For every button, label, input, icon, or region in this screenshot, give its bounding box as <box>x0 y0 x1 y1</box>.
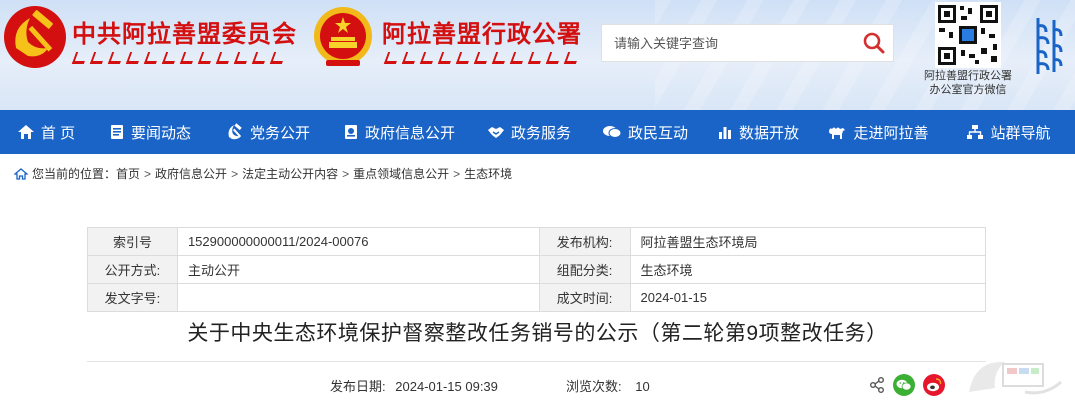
table-row: 发文字号: 成文时间: 2024-01-15 <box>87 283 986 312</box>
breadcrumb-link[interactable]: 首页 <box>116 165 140 182</box>
nav-item-label: 政府信息公开 <box>364 124 455 142</box>
share-icon[interactable] <box>869 377 885 393</box>
view-count-value: 10 <box>635 379 650 394</box>
nav-item-label: 数据开放 <box>738 124 799 142</box>
nav-item-label: 要闻动态 <box>130 124 191 142</box>
docno-value <box>176 283 540 312</box>
document-icon <box>344 125 357 139</box>
table-row: 索引号 152900000000011/2024-00076 发布机构: 阿拉善… <box>87 227 986 256</box>
mongolian-script-decoration <box>383 52 581 64</box>
nav-item-label: 站群导航 <box>990 124 1051 142</box>
breadcrumb-link[interactable]: 法定主动公开内容 <box>242 165 338 182</box>
nav-item-home[interactable]: 首 页 <box>0 110 92 154</box>
party-icon <box>228 123 242 140</box>
nav-item-party-affairs[interactable]: 党务公开 <box>208 110 328 154</box>
nav-item-explore-alashan[interactable]: 走进阿拉善 <box>814 110 942 154</box>
administrative-office-title: 阿拉善盟行政公署 <box>382 22 582 48</box>
watermark-logo <box>969 361 1062 395</box>
disclosure-value: 主动公开 <box>176 255 540 284</box>
party-committee-title: 中共阿拉善盟委员会 <box>72 22 297 48</box>
document-info-table: 索引号 152900000000011/2024-00076 发布机构: 阿拉善… <box>87 227 986 312</box>
search-box <box>601 24 894 62</box>
qr-code-image <box>935 2 1001 68</box>
nav-item-gov-info[interactable]: 政府信息公开 <box>328 110 470 154</box>
breadcrumb: 您当前的位置： 首页 > 政府信息公开 > 法定主动公开内容 > 重点领域信息公… <box>14 165 512 182</box>
view-count: 浏览次数: 10 <box>566 376 650 395</box>
nav-item-site-navigation[interactable]: 站群导航 <box>942 110 1075 154</box>
view-count-label: 浏览次数: <box>566 379 622 394</box>
nav-item-gov-services[interactable]: 政务服务 <box>470 110 588 154</box>
mongolian-script-decoration <box>71 52 287 64</box>
date-value: 2024-01-15 <box>629 283 986 312</box>
index-label: 索引号 <box>87 227 178 256</box>
nav-item-label: 政务服务 <box>510 124 571 142</box>
camel-icon <box>829 127 846 139</box>
bar-chart-icon <box>718 127 731 139</box>
breadcrumb-link[interactable]: 重点领域信息公开 <box>353 165 449 182</box>
breadcrumb-prefix: 您当前的位置： <box>32 167 117 181</box>
breadcrumb-separator: > <box>342 166 350 181</box>
site-header: 中共阿拉善盟委员会 阿拉善盟行政公署 阿拉善盟行政公 <box>0 0 1075 110</box>
publisher-value: 阿拉善盟生态环境局 <box>629 227 986 256</box>
qr-caption-line: 办公室官方微信 <box>929 84 1007 96</box>
home-icon <box>17 125 34 139</box>
article-title: 关于中央生态环境保护督察整改任务销号的公示（第二轮第9项整改任务） <box>187 322 888 345</box>
nav-item-label: 党务公开 <box>249 124 310 142</box>
date-label: 成文时间: <box>538 283 631 312</box>
publisher-label: 发布机构: <box>538 227 631 256</box>
breadcrumb-link[interactable]: 政府信息公开 <box>155 165 227 182</box>
search-icon <box>863 32 885 53</box>
home-icon <box>14 167 28 180</box>
search-button[interactable] <box>859 29 889 59</box>
nav-item-label: 走进阿拉善 <box>853 124 929 142</box>
news-icon <box>110 125 123 139</box>
disclosure-label: 公开方式: <box>87 255 178 284</box>
docno-label: 发文字号: <box>87 283 178 312</box>
publish-date: 发布日期: 2024-01-15 09:39 <box>330 376 498 395</box>
table-row: 公开方式: 主动公开 组配分类: 生态环境 <box>87 255 986 284</box>
party-emblem-icon <box>4 6 66 68</box>
national-emblem-icon <box>314 7 372 66</box>
publish-date-label: 发布日期: <box>330 379 386 394</box>
nav-item-interaction[interactable]: 政民互动 <box>588 110 702 154</box>
index-value: 152900000000011/2024-00076 <box>176 227 540 256</box>
nav-item-label: 政民互动 <box>627 124 688 142</box>
breadcrumb-link[interactable]: 生态环境 <box>464 165 512 182</box>
qr-caption: 阿拉善盟行政公署 办公室官方微信 <box>920 69 1016 97</box>
weibo-icon <box>927 378 942 392</box>
handshake-icon <box>487 127 504 138</box>
mongolian-script-icon <box>1036 18 1063 74</box>
category-label: 组配分类: <box>538 255 631 284</box>
sitemap-icon <box>967 125 984 139</box>
qr-caption-line: 阿拉善盟行政公署 <box>924 70 1012 82</box>
breadcrumb-separator: > <box>453 166 461 181</box>
wechat-share-button[interactable] <box>893 374 915 396</box>
wechat-icon <box>896 379 912 391</box>
nav-item-open-data[interactable]: 数据开放 <box>702 110 814 154</box>
nav-item-label: 首 页 <box>40 124 76 142</box>
nav-item-news[interactable]: 要闻动态 <box>92 110 208 154</box>
weibo-share-button[interactable] <box>923 374 945 396</box>
breadcrumb-separator: > <box>144 166 152 181</box>
main-nav: 首 页 要闻动态 党务公开 政府信息公开 政务服务 政民互动 数据开放 走进阿拉… <box>0 110 1075 154</box>
publish-date-value: 2024-01-15 09:39 <box>395 379 498 394</box>
title-divider <box>87 361 986 362</box>
chat-icon <box>602 126 622 138</box>
breadcrumb-separator: > <box>231 166 239 181</box>
category-value: 生态环境 <box>629 255 986 284</box>
search-input[interactable] <box>602 25 852 61</box>
